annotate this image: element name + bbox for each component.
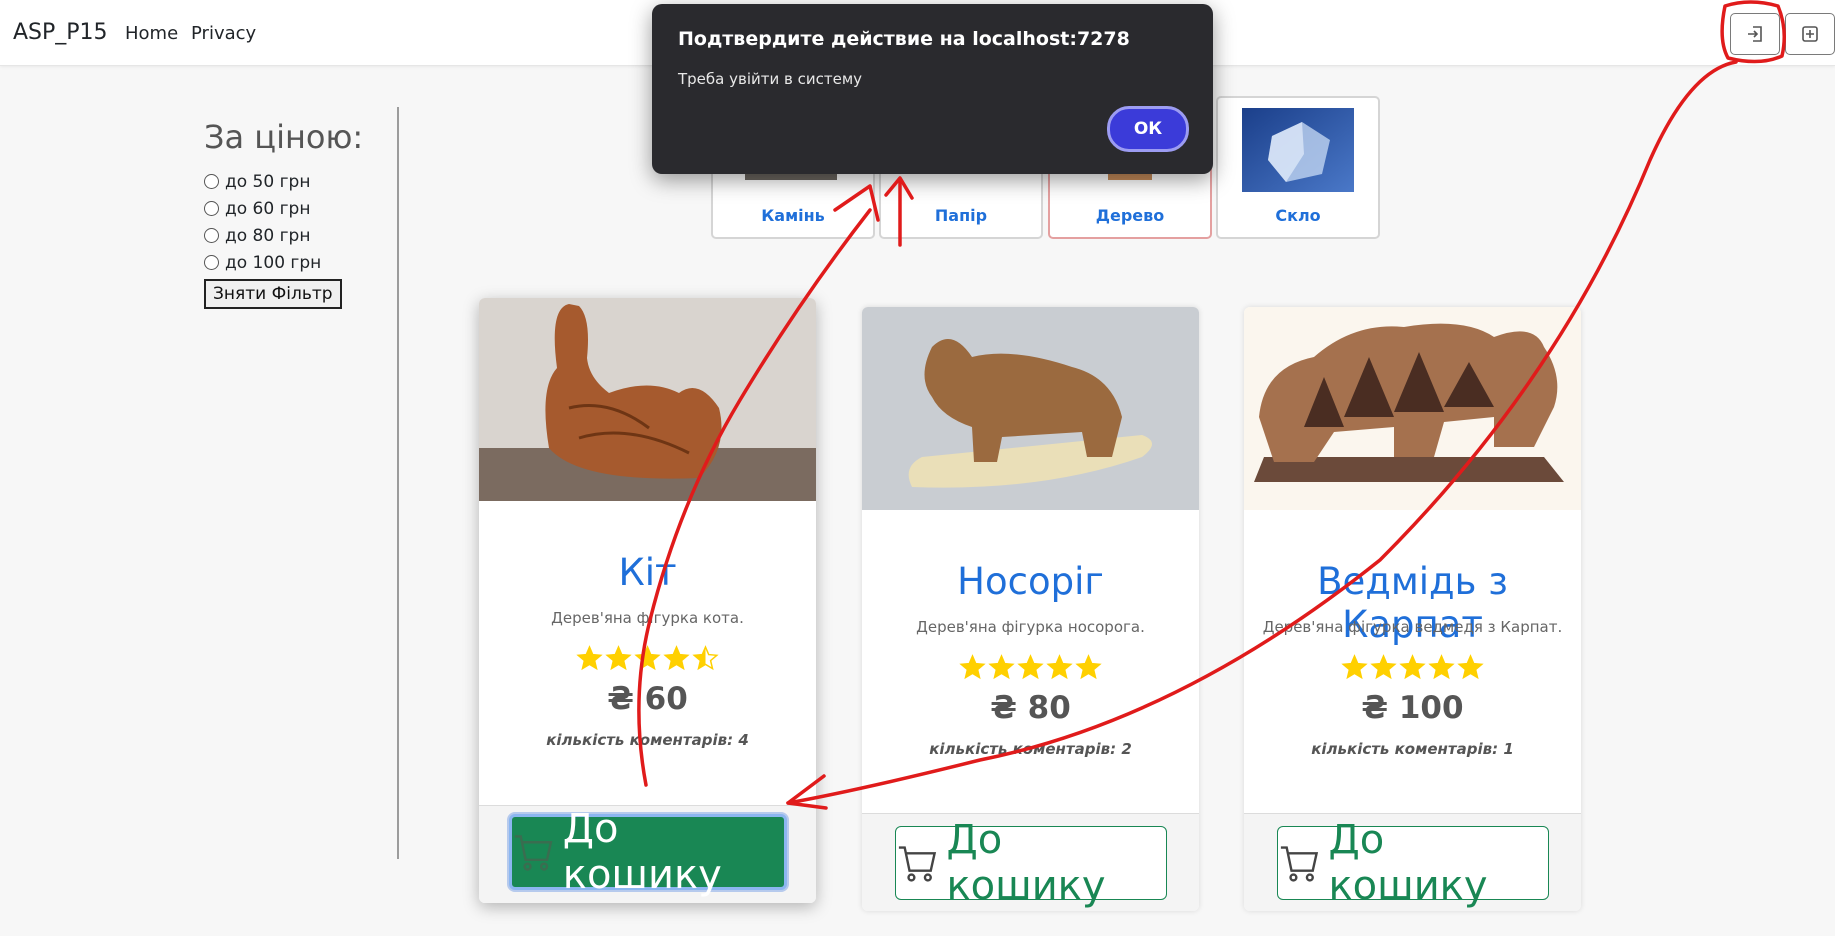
login-icon	[1748, 26, 1762, 42]
star-full-icon	[1341, 654, 1368, 680]
star-full-icon	[1046, 654, 1073, 680]
card-footer: До кошику	[862, 813, 1199, 911]
star-full-icon	[663, 645, 690, 671]
nav-link-privacy[interactable]: Privacy	[191, 23, 256, 44]
rating-stars	[1244, 654, 1581, 684]
category-label: Камінь	[761, 206, 825, 225]
product-image	[1244, 307, 1581, 510]
plus-square-icon	[1802, 26, 1818, 42]
filter-option-label: до 60 грн	[225, 198, 311, 219]
filter-option[interactable]: до 80 грн	[204, 222, 394, 249]
dialog-title: Подтвердите действие на localhost:7278	[678, 28, 1130, 50]
nav-link-home[interactable]: Home	[125, 23, 178, 44]
cart-button-label: До кошику	[562, 806, 722, 898]
star-full-icon	[988, 654, 1015, 680]
product-description: Дерев'яна фігурка ведмедя з Карпат.	[1262, 618, 1563, 636]
product-price: ₴ 60	[607, 681, 688, 717]
radio-button[interactable]	[204, 255, 219, 270]
filter-option-label: до 100 грн	[225, 252, 322, 273]
add-to-cart-button[interactable]: До кошику	[509, 806, 787, 898]
comment-count: кількість коментарів: 2	[929, 740, 1132, 758]
category-glass[interactable]: Скло	[1216, 96, 1380, 239]
product-description: Дерев'яна фігурка носорога.	[916, 618, 1145, 636]
radio-button[interactable]	[204, 201, 219, 216]
product-title[interactable]: Носоріг	[862, 560, 1199, 604]
category-label: Дерево	[1095, 206, 1165, 225]
radio-button[interactable]	[204, 174, 219, 189]
login-button[interactable]	[1730, 13, 1780, 55]
star-full-icon	[959, 654, 986, 680]
rating-stars	[479, 645, 816, 675]
comment-count: кількість коментарів: 1	[1311, 740, 1514, 758]
filter-option-label: до 50 грн	[225, 171, 311, 192]
star-half-icon	[692, 645, 719, 671]
card-footer: До кошику	[1244, 813, 1581, 911]
ok-button[interactable]: ОК	[1107, 106, 1189, 152]
product-card: Носоріг Дерев'яна фігурка носорога. ₴ 80…	[862, 307, 1199, 911]
product-title[interactable]: Кіт	[479, 551, 816, 595]
star-full-icon	[576, 645, 603, 671]
card-footer: До кошику	[479, 805, 816, 903]
price-filter: За ціною: до 50 грн до 60 грн до 80 грн …	[204, 118, 394, 309]
filter-option[interactable]: до 50 грн	[204, 168, 394, 195]
category-label: Папір	[934, 206, 988, 225]
product-image	[479, 298, 816, 501]
star-full-icon	[1457, 654, 1484, 680]
filter-option-label: до 80 грн	[225, 225, 311, 246]
star-full-icon	[634, 645, 661, 671]
cart-icon	[898, 846, 937, 882]
product-title[interactable]: Ведмідь з Карпат	[1244, 560, 1581, 646]
clear-filter-button[interactable]: Зняти Фільтр	[204, 279, 342, 309]
cart-button-label: До кошику	[946, 817, 1106, 909]
product-image	[862, 307, 1199, 510]
star-full-icon	[1399, 654, 1426, 680]
cart-icon	[514, 835, 553, 871]
rating-stars	[862, 654, 1199, 684]
radio-button[interactable]	[204, 228, 219, 243]
sidebar-divider	[397, 107, 399, 859]
filter-title: За ціною:	[204, 118, 364, 156]
star-full-icon	[1370, 654, 1397, 680]
product-price: ₴ 80	[990, 690, 1071, 726]
comment-count: кількість коментарів: 4	[546, 731, 749, 749]
product-description: Дерев'яна фігурка кота.	[551, 609, 744, 627]
product-card: Кіт Дерев'яна фігурка кота. ₴ 60 кількіс…	[479, 298, 816, 903]
star-full-icon	[605, 645, 632, 671]
product-card: Ведмідь з Карпат Дерев'яна фігурка ведме…	[1244, 307, 1581, 911]
register-button[interactable]	[1785, 13, 1835, 55]
star-full-icon	[1017, 654, 1044, 680]
star-full-icon	[1075, 654, 1102, 680]
filter-option[interactable]: до 100 грн	[204, 249, 394, 276]
brand-link[interactable]: ASP_P15	[13, 20, 108, 45]
category-label: Скло	[1275, 206, 1321, 225]
filter-option[interactable]: до 60 грн	[204, 195, 394, 222]
category-image	[1242, 108, 1354, 192]
confirm-dialog: Подтвердите действие на localhost:7278 Т…	[652, 4, 1213, 174]
star-full-icon	[1428, 654, 1455, 680]
dialog-message: Треба увійти в систему	[678, 70, 863, 88]
add-to-cart-button[interactable]: До кошику	[895, 817, 1167, 909]
cart-icon	[1280, 846, 1319, 882]
cart-button-label: До кошику	[1328, 817, 1488, 909]
product-price: ₴ 100	[1361, 690, 1464, 726]
add-to-cart-button[interactable]: До кошику	[1277, 817, 1549, 909]
